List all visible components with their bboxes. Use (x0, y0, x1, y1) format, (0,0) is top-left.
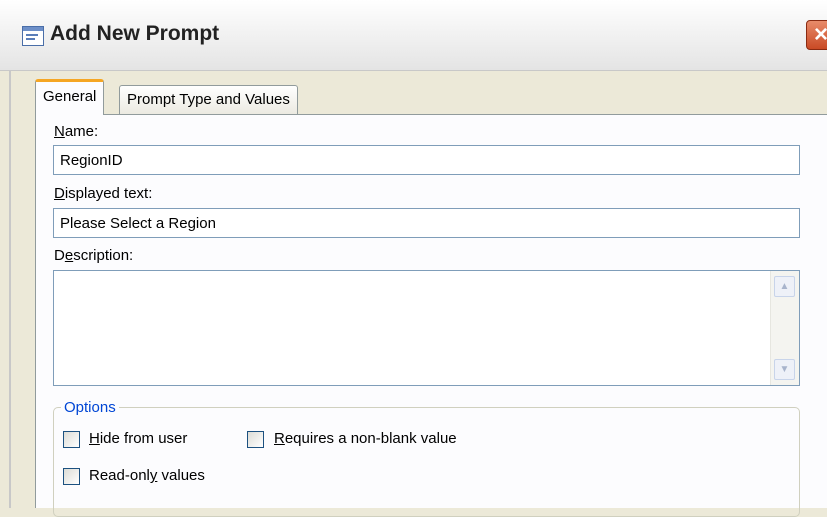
options-legend: Options (61, 399, 119, 416)
chevron-up-icon: ▲ (779, 281, 790, 292)
title-bar: Add New Prompt × (0, 0, 827, 71)
requires-non-blank-checkbox[interactable] (247, 431, 264, 448)
description-label: Description: (54, 247, 134, 264)
chevron-down-icon: ▼ (779, 364, 790, 375)
hide-from-user-label[interactable]: Hide from user (89, 430, 187, 447)
tab-prompt-type-and-values[interactable]: Prompt Type and Values (119, 85, 298, 115)
scroll-up-button[interactable]: ▲ (774, 276, 795, 297)
options-group (53, 407, 800, 517)
requires-non-blank-label[interactable]: Requires a non-blank value (274, 430, 457, 447)
window-title: Add New Prompt (50, 22, 220, 45)
form-window-icon (22, 26, 44, 46)
description-textarea[interactable]: ▲ ▼ (53, 270, 800, 386)
tab-general[interactable]: General (35, 79, 105, 115)
scroll-down-button[interactable]: ▼ (774, 359, 795, 380)
displayed-text-field[interactable] (53, 208, 800, 238)
read-only-values-label[interactable]: Read-only values (89, 467, 205, 484)
name-field[interactable] (53, 145, 800, 175)
close-button[interactable]: × (806, 20, 827, 50)
name-label: Name: (54, 123, 99, 140)
hide-from-user-checkbox[interactable] (63, 431, 80, 448)
window-border (9, 70, 11, 508)
read-only-values-checkbox[interactable] (63, 468, 80, 485)
displayed-text-label: Displayed text: (54, 185, 153, 202)
close-icon: × (813, 21, 827, 48)
description-scrollbar[interactable]: ▲ ▼ (770, 271, 799, 385)
